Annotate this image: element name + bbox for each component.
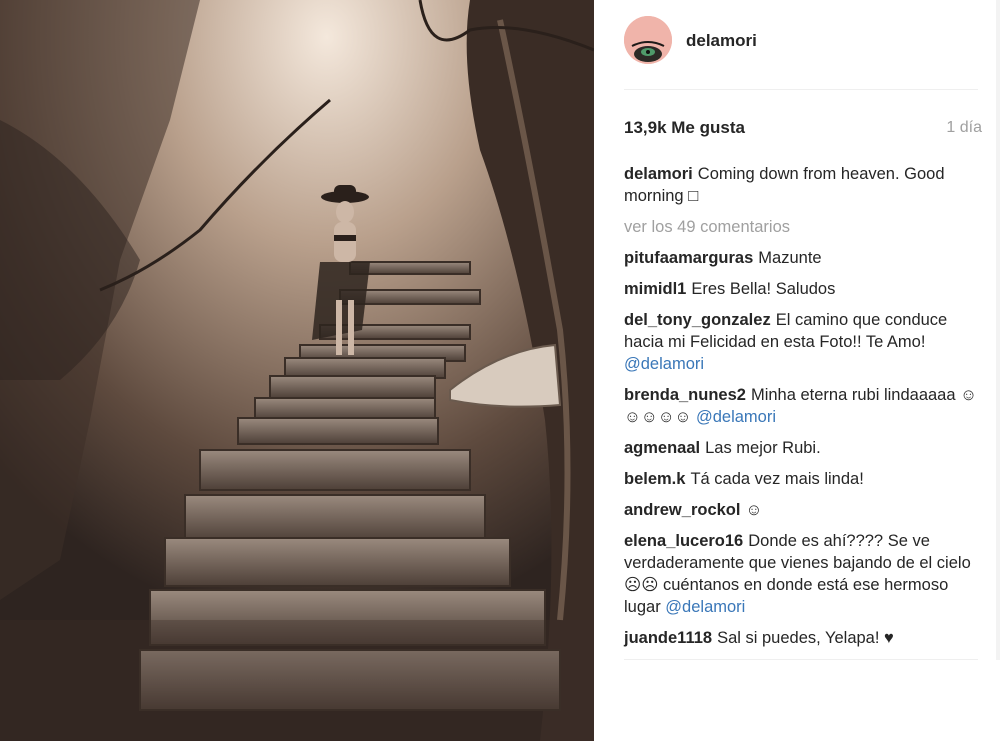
comment-mention[interactable]: @delamori	[696, 408, 776, 426]
comment-username[interactable]: brenda_nunes2	[624, 386, 746, 404]
like-count[interactable]: 13,9k Me gusta	[624, 118, 745, 138]
comment-item: andrew_rockol ☺	[624, 499, 980, 521]
comment-item: mimidl1 Eres Bella! Saludos	[624, 278, 980, 300]
comment-item: brenda_nunes2 Minha eterna rubi lindaaaaa…	[624, 384, 980, 428]
caption-username[interactable]: delamori	[624, 165, 693, 183]
post-header: delamori	[624, 16, 978, 90]
scrollbar[interactable]	[996, 0, 1000, 660]
comment-username[interactable]: elena_lucero16	[624, 532, 743, 550]
post-stats: 13,9k Me gusta 1 día	[624, 117, 982, 139]
comment-mention[interactable]: @delamori	[624, 355, 704, 373]
comment-text: Sal si puedes, Yelapa! ♥	[717, 629, 894, 647]
comment-username[interactable]: mimidl1	[624, 280, 686, 298]
comment-item: elena_lucero16 Donde es ahí???? Se ve ver…	[624, 530, 980, 618]
comment-username[interactable]: agmenaal	[624, 439, 700, 457]
comment-text: Eres Bella! Saludos	[691, 280, 836, 298]
caption: delamori Coming down from heaven. Good mo…	[624, 163, 980, 207]
comment-username[interactable]: belem.k	[624, 470, 685, 488]
post-username[interactable]: delamori	[686, 31, 757, 51]
comment-username[interactable]: andrew_rockol	[624, 501, 740, 519]
comment-text: Mazunte	[758, 249, 822, 267]
avatar[interactable]	[624, 16, 672, 64]
comment-item: belem.k Tá cada vez mais linda!	[624, 468, 980, 490]
comment-text: Tá cada vez mais linda!	[690, 470, 864, 488]
post-side-panel: delamori 13,9k Me gusta 1 día delamori Co…	[594, 0, 1000, 741]
view-all-comments-link[interactable]: ver los 49 comentarios	[624, 216, 980, 238]
jungle-stairs-image	[0, 0, 594, 741]
comment-username[interactable]: del_tony_gonzalez	[624, 311, 771, 329]
comment-mention[interactable]: @delamori	[665, 598, 745, 616]
comment-text: Las mejor Rubi.	[705, 439, 821, 457]
comment-username[interactable]: pitufaamarguras	[624, 249, 753, 267]
comment-list: delamori Coming down from heaven. Good mo…	[624, 163, 980, 658]
comments-divider	[624, 659, 978, 660]
profile-avatar-icon	[624, 16, 672, 64]
post-photo[interactable]	[0, 0, 594, 741]
comment-text: ☺	[745, 501, 763, 519]
comment-username[interactable]: juande1118	[624, 629, 712, 647]
post-time[interactable]: 1 día	[946, 119, 982, 137]
comment-item: juande1118 Sal si puedes, Yelapa! ♥	[624, 627, 980, 649]
comment-item: del_tony_gonzalez El camino que conduce h…	[624, 309, 980, 375]
comment-item: agmenaal Las mejor Rubi.	[624, 437, 980, 459]
comment-item: pitufaamarguras Mazunte	[624, 247, 980, 269]
